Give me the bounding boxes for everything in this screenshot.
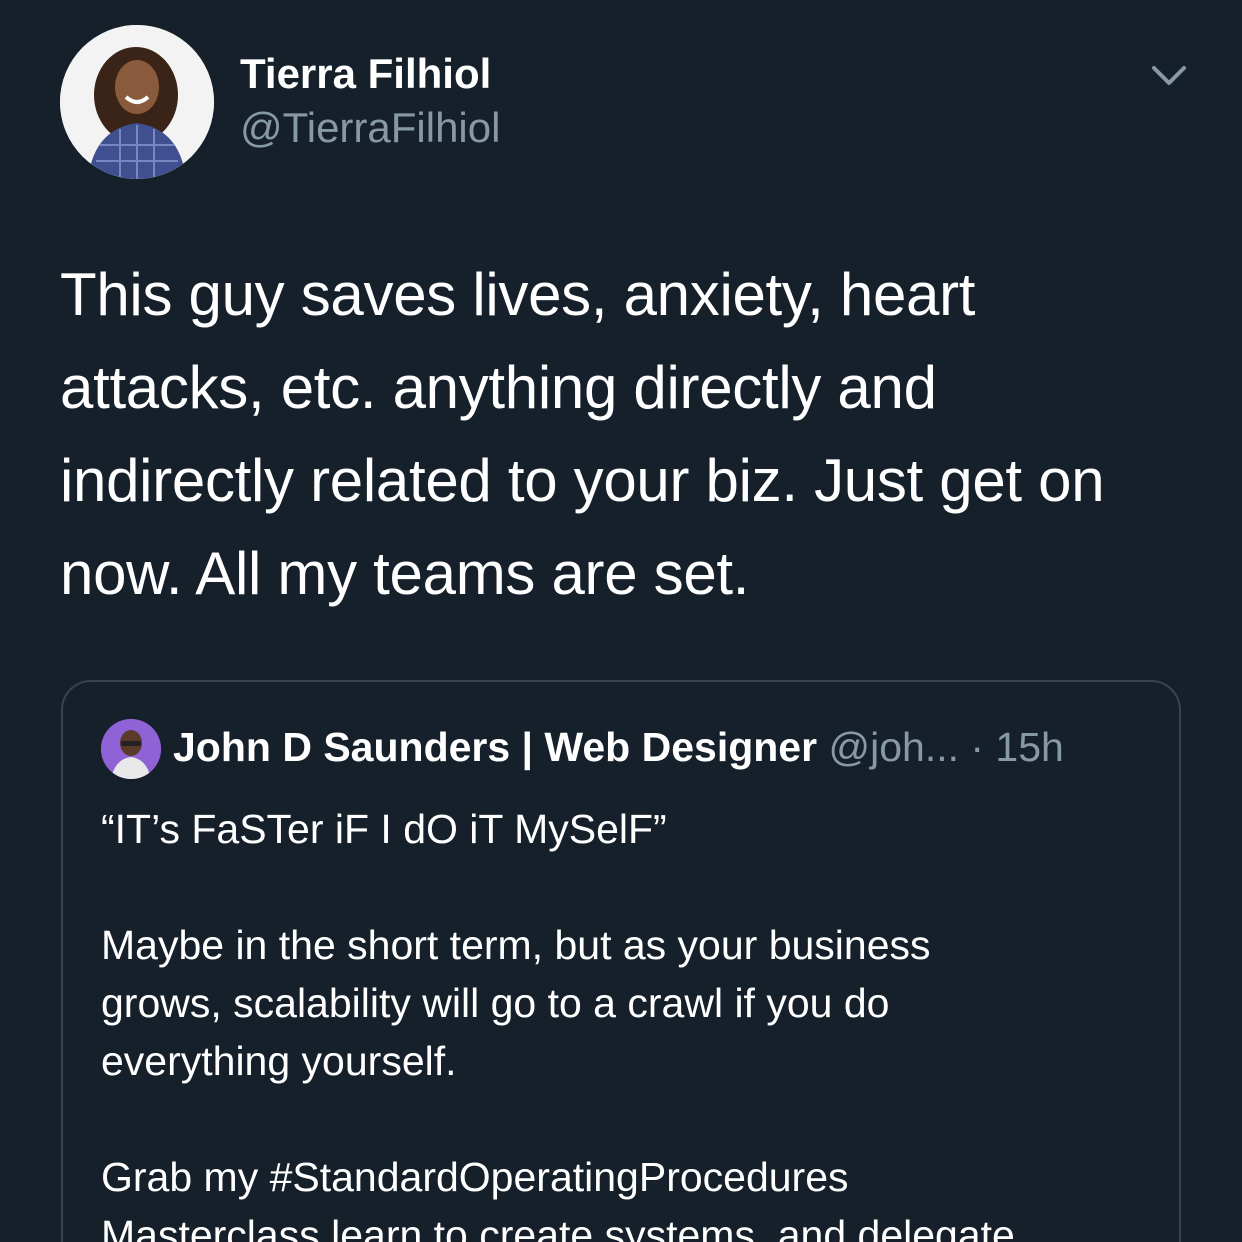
quoted-text-line: Maybe in the short term, but as your bus… <box>101 922 931 968</box>
tweet-text-line: now. All my teams are set. <box>60 540 750 607</box>
quoted-text-line: Grab my #StandardOperatingProcedures <box>101 1154 849 1200</box>
quoted-author-avatar[interactable] <box>101 719 161 779</box>
quoted-author-name[interactable]: John D Saunders | Web Designer <box>173 724 817 770</box>
quoted-tweet-text: “IT’s FaSTer iF I dO iT MySelF” Maybe in… <box>101 800 1161 1242</box>
tweet-text-line: This guy saves lives, anxiety, heart <box>60 261 976 328</box>
tweet-detail-view: Tierra Filhiol @TierraFilhiol This guy s… <box>0 0 1242 1242</box>
author-handle[interactable]: @TierraFilhiol <box>240 104 500 152</box>
quoted-author-avatar-image <box>101 719 161 779</box>
quoted-text-line: grows, scalability will go to a crawl if… <box>101 980 890 1026</box>
quoted-text-line: Masterclass learn to create systems, and… <box>101 1212 1015 1242</box>
quoted-tweet-card[interactable]: John D Saunders | Web Designer @joh... ·… <box>61 680 1181 1242</box>
quoted-handle-time: @joh... · 15h <box>828 724 1064 770</box>
tweet-text: This guy saves lives, anxiety, heart att… <box>60 248 1200 620</box>
quoted-text-line: everything yourself. <box>101 1038 457 1084</box>
quoted-text-line <box>101 858 1161 916</box>
chevron-down-icon[interactable] <box>1146 58 1192 94</box>
quoted-tweet-header: John D Saunders | Web Designer @joh... ·… <box>173 724 1064 771</box>
author-avatar-image <box>60 25 214 179</box>
quoted-text-line <box>101 1090 1161 1148</box>
author-name[interactable]: Tierra Filhiol <box>240 50 491 98</box>
author-avatar[interactable] <box>60 25 214 179</box>
tweet-text-line: indirectly related to your biz. Just get… <box>60 447 1105 514</box>
tweet-text-line: attacks, etc. anything directly and <box>60 354 937 421</box>
quoted-text-line: “IT’s FaSTer iF I dO iT MySelF” <box>101 806 667 852</box>
